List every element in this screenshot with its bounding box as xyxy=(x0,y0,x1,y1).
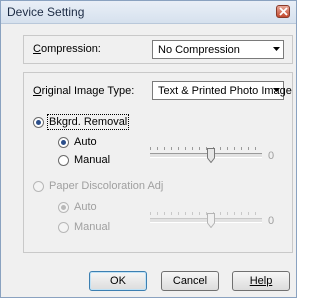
image-type-label: Original Image Type: xyxy=(33,85,135,97)
paper-slider xyxy=(150,212,262,232)
bkgrd-slider-value: 0 xyxy=(268,150,275,162)
device-setting-dialog: Device Setting Compression: No Compressi… xyxy=(0,0,297,298)
paper-slider-value: 0 xyxy=(268,215,275,227)
paper-auto-radio xyxy=(58,202,69,213)
paper-discoloration-label: Paper Discoloration Adj xyxy=(49,180,164,192)
image-type-panel: Original Image Type: Text & Printed Phot… xyxy=(23,72,293,253)
close-button[interactable] xyxy=(276,5,290,18)
paper-slider-ticks xyxy=(150,212,262,215)
compression-value: No Compression xyxy=(158,44,240,56)
paper-discoloration-radio xyxy=(33,181,44,192)
paper-manual-label: Manual xyxy=(74,221,111,233)
bkgrd-slider-ticks xyxy=(150,147,262,150)
bkgrd-slider[interactable] xyxy=(150,147,262,167)
paper-manual-radio xyxy=(58,222,69,233)
image-type-value: Text & Printed Photo Image xyxy=(158,85,292,97)
ok-button[interactable]: OK xyxy=(89,271,147,291)
bkgrd-manual-label[interactable]: Manual xyxy=(74,154,110,166)
bkgrd-manual-radio[interactable] xyxy=(58,155,69,166)
image-type-select[interactable]: Text & Printed Photo Image xyxy=(152,81,292,100)
compression-select[interactable]: No Compression xyxy=(152,40,284,59)
paper-slider-thumb xyxy=(207,213,215,228)
chevron-down-icon xyxy=(273,47,280,51)
cancel-button[interactable]: Cancel xyxy=(161,271,219,291)
bkgrd-auto-radio[interactable] xyxy=(58,137,69,148)
help-button[interactable]: Help xyxy=(232,271,290,291)
dialog-title: Device Setting xyxy=(7,5,85,19)
compression-label: Compression: xyxy=(33,43,101,55)
paper-slider-track xyxy=(150,218,262,223)
paper-auto-label: Auto xyxy=(74,201,97,213)
bkgrd-slider-track xyxy=(150,153,262,158)
bkgrd-removal-label[interactable]: Bkgrd. Removal xyxy=(46,114,130,130)
bkgrd-removal-radio[interactable] xyxy=(33,117,44,128)
chevron-down-icon xyxy=(273,88,280,92)
bkgrd-slider-thumb[interactable] xyxy=(207,148,215,163)
compression-panel: Compression: No Compression xyxy=(23,35,293,64)
close-icon xyxy=(279,7,288,16)
title-bar[interactable]: Device Setting xyxy=(1,1,296,24)
bkgrd-auto-label[interactable]: Auto xyxy=(74,136,97,148)
